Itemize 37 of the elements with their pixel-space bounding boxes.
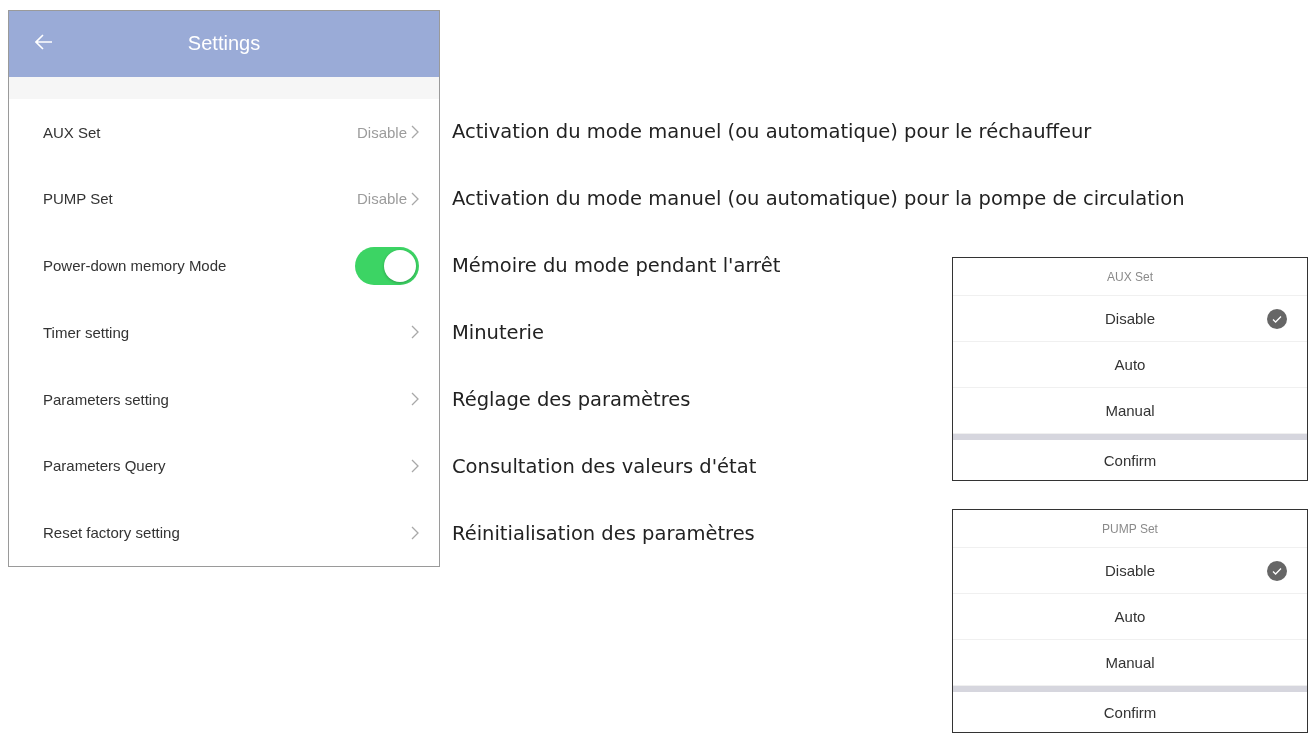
annotation-text: Mémoire du mode pendant l'arrêt xyxy=(452,254,781,277)
setting-label[interactable]: Parameters setting xyxy=(43,390,169,408)
chevron-right-icon xyxy=(411,458,419,473)
picker-option: Disable xyxy=(1105,562,1155,579)
picker-option: Disable xyxy=(1105,310,1155,327)
annotation-text: Réglage des paramètres xyxy=(452,388,691,411)
picker-option: Auto xyxy=(1114,356,1146,373)
screen-title: Settings xyxy=(187,32,261,56)
picker-option: Auto xyxy=(1114,608,1146,625)
picker-option: Manual xyxy=(1105,402,1155,419)
option-row[interactable]: Disable xyxy=(953,296,1307,342)
picker-title: AUX Set xyxy=(1107,269,1153,284)
annotation-text: Activation du mode manuel (ou automatique) pour la pompe de circulation xyxy=(452,187,1185,210)
setting-value: Disable xyxy=(356,190,407,208)
chevron-right-icon xyxy=(411,191,419,206)
annotation-text: Réinitialisation des paramètres xyxy=(452,522,755,545)
setting-label[interactable]: AUX Set xyxy=(43,123,101,141)
toggle-switch[interactable] xyxy=(355,246,419,285)
annotation-text: Minuterie xyxy=(452,321,545,344)
setting-value: Disable xyxy=(356,123,407,141)
setting-label[interactable]: Parameters Query xyxy=(43,457,166,475)
annotation-text: Activation du mode manuel (ou automatique) pour le réchauffeur xyxy=(452,120,1092,143)
setting-label[interactable]: Timer setting xyxy=(43,323,130,341)
chevron-right-icon xyxy=(411,525,419,540)
option-row[interactable]: Auto xyxy=(953,594,1307,640)
chevron-right-icon xyxy=(411,392,419,407)
chevron-right-icon xyxy=(411,325,419,340)
option-row[interactable]: Auto xyxy=(953,342,1307,388)
option-row[interactable]: Disable xyxy=(953,548,1307,594)
picker-option: Manual xyxy=(1105,654,1155,671)
back-arrow-icon[interactable] xyxy=(35,34,53,50)
annotation-text: Consultation des valeurs d'état xyxy=(452,455,757,478)
picker-title: PUMP Set xyxy=(1102,521,1158,536)
setting-label[interactable]: Reset factory setting xyxy=(43,524,180,542)
setting-label[interactable]: PUMP Set xyxy=(43,190,113,208)
setting-label[interactable]: Power-down memory Mode xyxy=(43,257,227,275)
chevron-right-icon xyxy=(411,125,419,140)
